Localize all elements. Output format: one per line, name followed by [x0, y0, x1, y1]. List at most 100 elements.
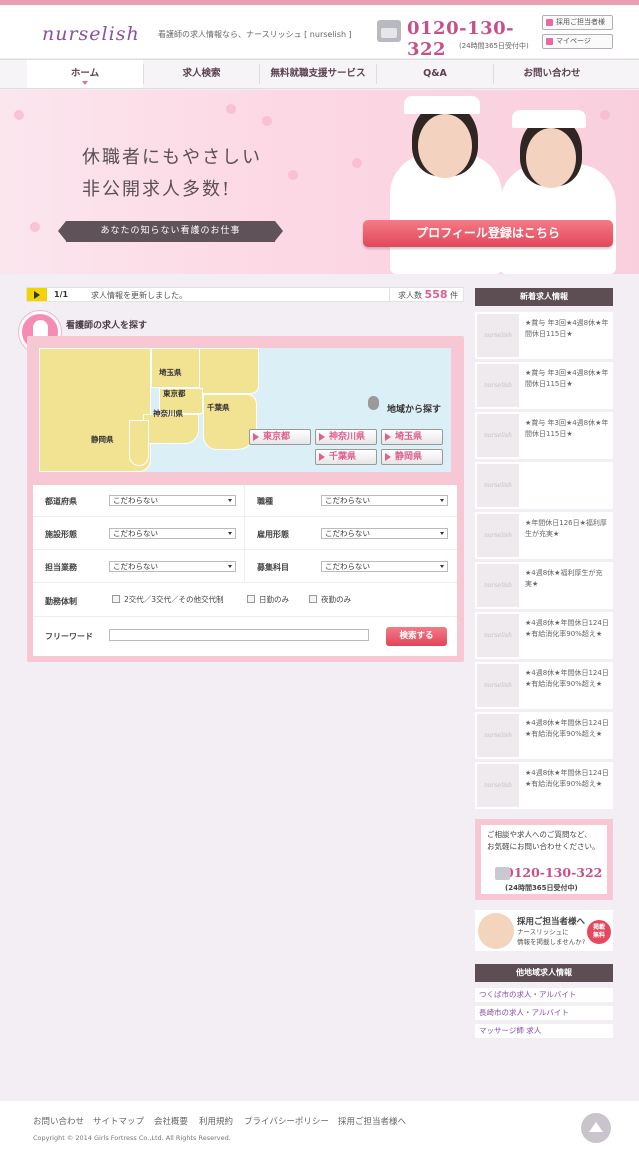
- flower-decoration-icon: [600, 110, 610, 120]
- site-logo[interactable]: nurselish: [42, 23, 140, 45]
- site-header: nurselish 看護師の求人情報なら、ナースリッシュ [ nurselish…: [0, 5, 639, 60]
- employment-select[interactable]: こだわらない: [321, 528, 448, 539]
- facility-label: 施設形態: [45, 530, 77, 539]
- facility-select[interactable]: こだわらない: [109, 528, 236, 539]
- recruiter-banner-line2: 情報を掲載しませんか?: [517, 938, 586, 946]
- map-label-tokyo: 東京都: [163, 389, 186, 398]
- recruiter-banner[interactable]: 採用ご担当者様へ ナースリッシュに 情報を掲載しませんか? 掲載 無料: [475, 910, 613, 951]
- job-thumbnail: nurselish: [477, 764, 519, 807]
- site-tagline: 看護師の求人情報なら、ナースリッシュ [ nurselish ]: [158, 30, 352, 39]
- map-label-chiba: 千葉県: [207, 403, 230, 412]
- new-job-item[interactable]: nurselish ★4週8休★年間休日124日★有給消化率90%超え★: [475, 612, 613, 659]
- new-job-item[interactable]: nurselish ★4週8休★年間休日124日★有給消化率90%超え★: [475, 712, 613, 759]
- pref-chiba-button[interactable]: 千葉県: [315, 449, 377, 465]
- department-select[interactable]: こだわらない: [321, 561, 448, 572]
- recruiter-button[interactable]: 採用ご担当者様: [542, 15, 613, 30]
- search-section-title: 看護師の求人を探す: [66, 321, 148, 331]
- area-link-nagasaki[interactable]: 長崎市の求人・アルバイト: [475, 1006, 613, 1020]
- map-area-north[interactable]: [199, 348, 259, 394]
- duty-label: 担当業務: [45, 563, 77, 572]
- flower-decoration-icon: [14, 110, 24, 120]
- back-to-top-icon[interactable]: [581, 1113, 611, 1143]
- badge-line1: 掲載: [592, 924, 605, 931]
- job-total-unit: 件: [450, 291, 459, 300]
- job-total-value: 558: [424, 288, 448, 301]
- pref-saitama-button[interactable]: 埼玉県: [381, 429, 443, 445]
- job-summary: ★4週8休★年間休日124日★有給消化率90%超え★: [525, 719, 609, 738]
- map-label-kanagawa: 神奈川県: [153, 409, 183, 418]
- job-thumbnail: nurselish: [477, 614, 519, 657]
- prefecture-select[interactable]: こだわらない: [109, 495, 236, 506]
- nav-qa[interactable]: Q&A: [377, 60, 493, 88]
- duty-select[interactable]: こだわらない: [109, 561, 236, 572]
- new-job-item[interactable]: nurselish ★4週8休★年間休日124日★有給消化率90%超え★: [475, 662, 613, 709]
- footer-link-company[interactable]: 会社概要: [154, 1115, 188, 1127]
- region-search-title: 地域から探す: [387, 405, 442, 415]
- contact-message-line2: お気軽にお問い合わせください。: [487, 842, 600, 851]
- job-type-select[interactable]: こだわらない: [321, 495, 448, 506]
- nav-contact[interactable]: お問い合わせ: [494, 60, 610, 88]
- new-job-item[interactable]: nurselish ★賞与 年3回★4週8休★年間休日115日★: [475, 362, 613, 409]
- area-link-massage[interactable]: マッサージ師 求人: [475, 1024, 613, 1038]
- footer-link-recruiter[interactable]: 採用ご担当者様へ: [338, 1115, 406, 1127]
- new-job-item[interactable]: nurselish ★4週8休★福利厚生が充実★: [475, 562, 613, 609]
- footer-link-privacy[interactable]: プライバシーポリシー: [244, 1115, 329, 1127]
- freeword-input[interactable]: [109, 629, 369, 641]
- search-form: 都道府県 こだわらない 職種 こだわらない 施設形態 こだわらない 雇用形態 こ…: [33, 485, 457, 656]
- pref-kanagawa-button[interactable]: 神奈川県: [315, 429, 377, 445]
- shift-rotating-checkbox[interactable]: [112, 595, 120, 603]
- department-label: 募集科目: [257, 563, 289, 572]
- shift-night-label: 夜勤のみ: [321, 595, 351, 604]
- nav-home[interactable]: ホーム: [27, 60, 143, 88]
- phone-hours: (24時間365日受付中): [459, 42, 529, 50]
- phone-number[interactable]: 0120-130-322: [407, 18, 537, 60]
- job-summary: ★4週8休★福利厚生が充実★: [525, 569, 603, 588]
- map-area-izu[interactable]: [129, 420, 149, 466]
- shift-day-checkbox[interactable]: [247, 595, 255, 603]
- nav-free-support[interactable]: 無料就職支援サービス: [260, 60, 376, 88]
- ticker-message[interactable]: 求人情報を更新しました。: [91, 290, 187, 301]
- contact-phone[interactable]: 0120-130-322: [495, 865, 602, 880]
- ticker-count: 1/1: [54, 290, 69, 299]
- job-thumbnail: nurselish: [477, 664, 519, 707]
- news-ticker: 1/1 求人情報を更新しました。 求人数 558 件: [26, 287, 464, 302]
- main-nav: ホーム 求人検索 無料就職支援サービス Q&A お問い合わせ: [0, 59, 639, 89]
- recruiter-banner-text: ナースリッシュに 情報を掲載しませんか?: [517, 927, 585, 947]
- area-link-tsukuba[interactable]: つくば市の求人・アルバイト: [475, 988, 613, 1002]
- new-job-item[interactable]: nurselish ★年間休日126日★福利厚生が充実★: [475, 512, 613, 559]
- mypage-button[interactable]: マイページ: [542, 34, 613, 49]
- flower-decoration-icon: [30, 222, 40, 232]
- new-job-item[interactable]: nurselish ★賞与 年3回★4週8休★年間休日115日★: [475, 312, 613, 359]
- nav-job-search[interactable]: 求人検索: [144, 60, 259, 88]
- shift-rotating-label: 2交代／3交代／その他交代制: [124, 595, 224, 604]
- job-thumbnail: nurselish: [477, 514, 519, 557]
- pref-shizuoka-button[interactable]: 静岡県: [381, 449, 443, 465]
- hero-headline: 休職者にもやさしい 非公開求人多数!: [82, 142, 262, 206]
- job-total: 求人数 558 件: [389, 287, 458, 302]
- footer-link-sitemap[interactable]: サイトマップ: [93, 1115, 144, 1127]
- nurse-cap-1: [404, 96, 480, 114]
- prefecture-label: 都道府県: [45, 497, 77, 506]
- job-thumbnail: nurselish: [477, 314, 519, 357]
- active-caret-icon: [82, 81, 88, 85]
- job-thumbnail: nurselish: [477, 364, 519, 407]
- job-thumbnail: nurselish: [477, 414, 519, 457]
- shift-night-checkbox[interactable]: [309, 595, 317, 603]
- new-job-item[interactable]: nurselish: [475, 462, 613, 509]
- other-areas-heading: 他地域求人情報: [475, 964, 613, 982]
- footer-link-contact[interactable]: お問い合わせ: [33, 1115, 84, 1127]
- job-summary: ★賞与 年3回★4週8休★年間休日115日★: [525, 369, 609, 388]
- job-summary: ★賞与 年3回★4週8休★年間休日115日★: [525, 419, 609, 438]
- profile-register-button[interactable]: プロフィール登録はこちら: [363, 220, 613, 247]
- map-label-saitama: 埼玉県: [159, 368, 182, 377]
- new-job-item[interactable]: nurselish ★賞与 年3回★4週8休★年間休日115日★: [475, 412, 613, 459]
- map-pin-icon: [368, 396, 379, 410]
- job-summary: ★4週8休★年間休日124日★有給消化率90%超え★: [525, 669, 609, 688]
- ticker-arrow-icon: [27, 288, 47, 301]
- contact-inner: ご相談や求人へのご質問など、 お気軽にお問い合わせください。 0120-130-…: [481, 825, 607, 894]
- phone-icon: [495, 867, 510, 880]
- footer-link-terms[interactable]: 利用規約: [199, 1115, 233, 1127]
- pref-tokyo-button[interactable]: 東京都: [249, 429, 311, 445]
- new-job-item[interactable]: nurselish ★4週8休★年間休日124日★有給消化率90%超え★: [475, 762, 613, 809]
- search-submit-button[interactable]: 検索する: [386, 627, 447, 646]
